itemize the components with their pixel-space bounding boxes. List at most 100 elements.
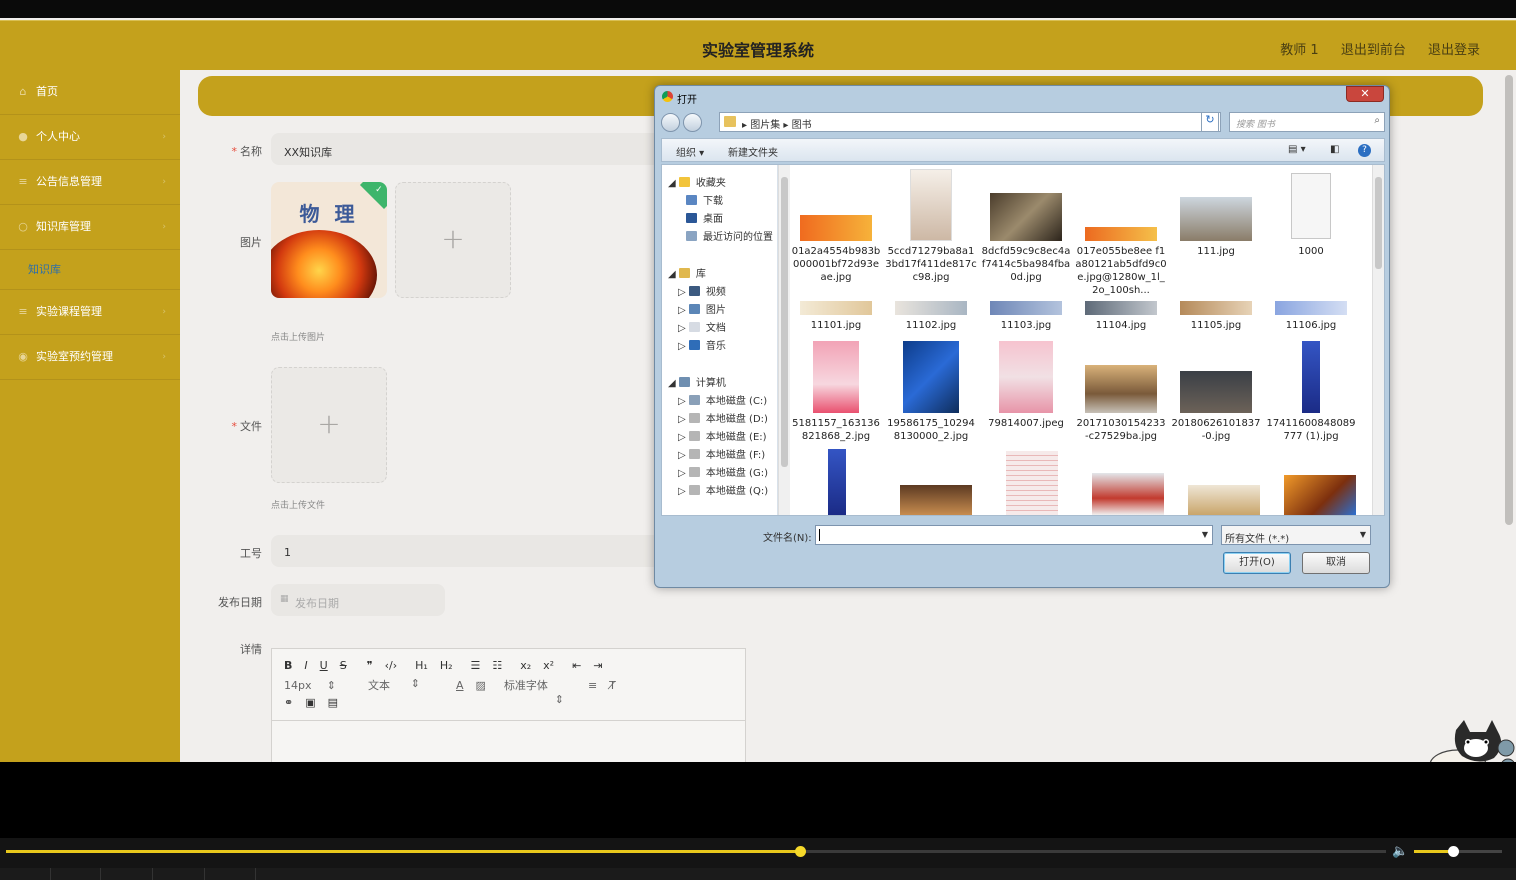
file-item[interactable]: 11102.jpg	[885, 299, 977, 335]
bold-icon[interactable]: B	[284, 659, 292, 672]
file-item[interactable]: 01a2a4554b983b000001bf72d93eae.jpg	[790, 169, 882, 297]
path-field[interactable]: ▸ 图片集 ▸ 图书 ▼	[719, 112, 1221, 132]
filename-input[interactable]: ▼	[815, 525, 1213, 545]
rich-text-editor[interactable]: B I U S ❞ ‹/› H₁ H₂ ☰ ☷ x₂ x² ⇤ ⇥ 14px ⇕ 文本 ⇕ A ▨ 标准字体 ⇕ ≡ T̸…	[271, 648, 746, 762]
tree-scrollbar[interactable]	[778, 165, 790, 515]
file-item[interactable]: 20171030154233-c27529ba.jpg	[1075, 341, 1167, 445]
tree-drive-c[interactable]: ▷ 本地磁盘 (C:)	[678, 392, 767, 407]
tree-favorites[interactable]: ◢ 收藏夹	[668, 174, 726, 189]
add-image-button[interactable]: +	[395, 182, 511, 298]
code-icon[interactable]: ‹/›	[385, 659, 398, 672]
underline-icon[interactable]: U	[320, 659, 328, 672]
page-scrollbar[interactable]	[1503, 70, 1515, 762]
add-file-button[interactable]: +	[271, 367, 387, 483]
forward-button[interactable]	[683, 113, 702, 132]
subscript-icon[interactable]: x₂	[520, 659, 531, 672]
tree-downloads[interactable]: 下载	[686, 192, 723, 207]
ordered-list-icon[interactable]: ☰	[471, 659, 481, 672]
files-scrollbar[interactable]	[1372, 165, 1384, 515]
file-item[interactable]: 017e055be8ee f1a80121ab5dfd9c0e.jpg@1280…	[1075, 169, 1167, 297]
sidebar-item-courses[interactable]: ≡ 实验课程管理 ›	[0, 290, 180, 335]
volume-icon[interactable]: 🔈	[1392, 844, 1408, 859]
image-icon[interactable]: ▣	[305, 696, 315, 709]
logout-link[interactable]: 退出登录	[1428, 43, 1480, 58]
refresh-icon[interactable]: ↻	[1201, 112, 1219, 132]
volume-slider[interactable]	[1414, 846, 1502, 857]
open-button[interactable]: 打开(O)	[1223, 552, 1291, 574]
file-item[interactable]: 8dcfd59c9c8ec4af7414c5ba984fba0d.jpg	[980, 169, 1072, 297]
heading2-icon[interactable]: H₂	[440, 659, 453, 672]
file-thumbnail-partial[interactable]	[1092, 473, 1164, 515]
file-item[interactable]: 11105.jpg	[1170, 299, 1262, 335]
font-size-select[interactable]: 14px ⇕	[284, 679, 348, 692]
file-thumbnail-partial[interactable]	[900, 485, 972, 515]
job-number-input[interactable]: 1	[271, 535, 671, 567]
cancel-button[interactable]: 取消	[1302, 552, 1370, 574]
new-folder-button[interactable]: 新建文件夹	[728, 144, 778, 159]
sidebar-item-home[interactable]: ⌂ 首页	[0, 70, 180, 115]
tree-library[interactable]: ◢ 库	[668, 265, 706, 280]
link-icon[interactable]: ⚭	[284, 696, 293, 709]
tree-drive-e[interactable]: ▷ 本地磁盘 (E:)	[678, 428, 767, 443]
file-thumbnail-partial[interactable]	[1284, 475, 1356, 515]
file-thumbnail-partial[interactable]	[828, 449, 846, 515]
sidebar-item-knowledge[interactable]: ○ 知识库管理 ›	[0, 205, 180, 250]
tree-computer[interactable]: ◢ 计算机	[668, 374, 726, 389]
tree-desktop[interactable]: 桌面	[686, 210, 723, 225]
uploaded-image-thumbnail[interactable]: 物 理	[271, 182, 387, 298]
clear-format-icon[interactable]: T̸	[609, 679, 616, 692]
tree-pictures[interactable]: ▷ 图片	[678, 301, 726, 316]
path-segment[interactable]: 图书	[792, 120, 812, 131]
bullet-list-icon[interactable]: ☷	[492, 659, 502, 672]
file-thumbnail-partial[interactable]	[1006, 451, 1058, 515]
tree-drive-g[interactable]: ▷ 本地磁盘 (G:)	[678, 464, 768, 479]
sidebar-subitem-knowledge-base[interactable]: 知识库	[0, 250, 180, 290]
block-format-select[interactable]: 文本 ⇕	[368, 677, 432, 693]
help-icon[interactable]: ?	[1358, 144, 1371, 157]
file-item[interactable]: 19586175_102948130000_2.jpg	[885, 341, 977, 445]
font-family-select[interactable]: 标准字体 ⇕	[504, 677, 576, 706]
name-input[interactable]: XX知识库	[271, 133, 671, 165]
quote-icon[interactable]: ❞	[367, 659, 373, 672]
tree-scrollbar-thumb[interactable]	[781, 177, 788, 467]
page-scrollbar-thumb[interactable]	[1505, 75, 1513, 525]
tree-documents[interactable]: ▷ 文档	[678, 319, 726, 334]
superscript-icon[interactable]: x²	[543, 659, 554, 672]
files-scrollbar-thumb[interactable]	[1375, 177, 1382, 269]
file-item[interactable]: 11101.jpg	[790, 299, 882, 335]
file-item[interactable]: 5181157_163136821868_2.jpg	[790, 341, 882, 445]
strike-icon[interactable]: S	[340, 659, 347, 672]
volume-knob[interactable]	[1447, 846, 1459, 857]
file-item[interactable]: 11103.jpg	[980, 299, 1072, 335]
background-color-icon[interactable]: ▨	[476, 679, 486, 692]
tree-drive-f[interactable]: ▷ 本地磁盘 (F:)	[678, 446, 765, 461]
file-item[interactable]: 1000	[1265, 169, 1357, 297]
align-icon[interactable]: ≡	[588, 679, 597, 692]
file-item[interactable]: 20180626101837-0.jpg	[1170, 341, 1262, 445]
preview-pane-icon[interactable]: ◧	[1330, 144, 1339, 155]
progress-knob[interactable]	[794, 846, 806, 857]
dropdown-arrow-icon[interactable]: ▼	[1202, 530, 1208, 539]
font-color-icon[interactable]: A	[456, 679, 464, 692]
file-item[interactable]: 11104.jpg	[1075, 299, 1167, 335]
dialog-close-button[interactable]: ✕	[1346, 86, 1384, 102]
sidebar-item-notices[interactable]: ≡ 公告信息管理 ›	[0, 160, 180, 205]
file-item[interactable]: 5ccd71279ba8a13bd17f411de817cc98.jpg	[885, 169, 977, 297]
file-item[interactable]: 79814007.jpeg	[980, 341, 1072, 445]
dialog-titlebar[interactable]: 打开 ✕	[655, 86, 1389, 108]
back-to-frontend-link[interactable]: 退出到前台	[1341, 43, 1406, 58]
organize-button[interactable]: 组织 ▾	[676, 144, 704, 159]
file-thumbnail-partial[interactable]	[1188, 485, 1260, 515]
back-button[interactable]	[661, 113, 680, 132]
video-icon[interactable]: ▤	[328, 696, 338, 709]
file-item[interactable]: 11106.jpg	[1265, 299, 1357, 335]
progress-bar[interactable]	[6, 846, 1386, 857]
sidebar-item-reservations[interactable]: ◉ 实验室预约管理 ›	[0, 335, 180, 380]
tree-music[interactable]: ▷ 音乐	[678, 337, 726, 352]
italic-icon[interactable]: I	[304, 659, 307, 672]
heading1-icon[interactable]: H₁	[415, 659, 428, 672]
tree-drive-q[interactable]: ▷ 本地磁盘 (Q:)	[678, 482, 768, 497]
outdent-icon[interactable]: ⇤	[572, 659, 581, 672]
tree-drive-d[interactable]: ▷ 本地磁盘 (D:)	[678, 410, 768, 425]
file-item[interactable]: 17411600848089777 (1).jpg	[1265, 341, 1357, 445]
